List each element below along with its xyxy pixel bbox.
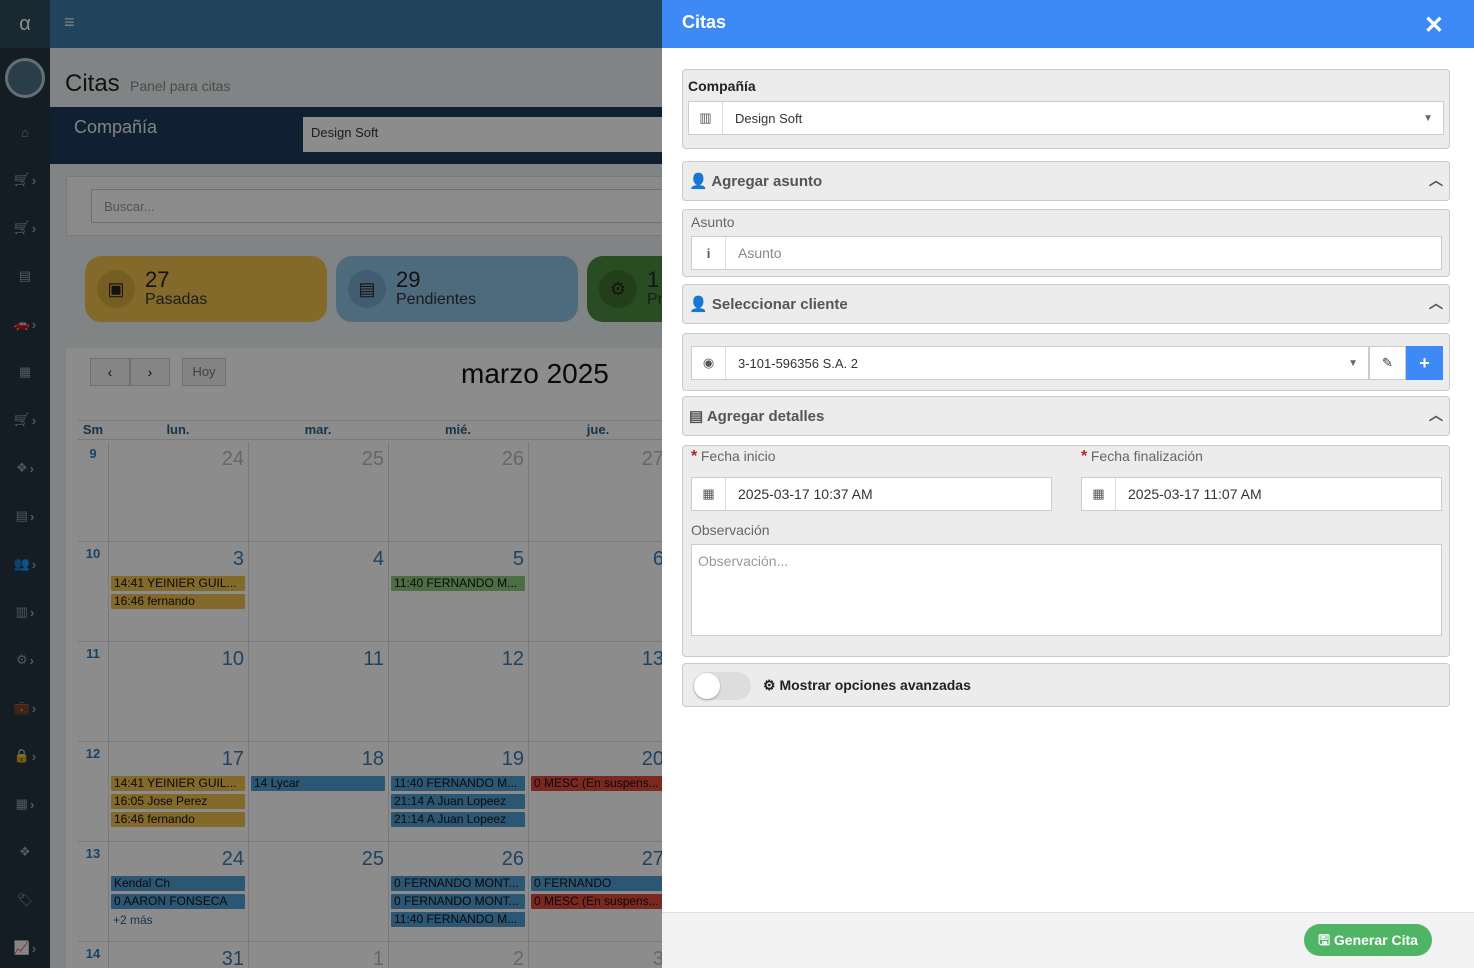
user-circle-icon: ◉	[692, 347, 726, 379]
file-icon: ▤	[689, 408, 704, 425]
advanced-options-box: ⚙ Mostrar opciones avanzadas	[682, 663, 1450, 707]
save-icon: 🖫	[1318, 932, 1330, 948]
advanced-label-row: ⚙ Mostrar opciones avanzadas	[763, 677, 971, 694]
info-icon: i	[692, 237, 726, 269]
subject-label: Asunto	[691, 214, 735, 230]
observation-textarea[interactable]: Observación...	[691, 544, 1442, 636]
modal-backdrop[interactable]	[0, 0, 662, 968]
toggle-knob	[694, 673, 720, 699]
generate-appointment-button[interactable]: 🖫 Generar Cita	[1304, 924, 1432, 956]
start-date-value: 2025-03-17 10:37 AM	[738, 486, 873, 502]
company-box: Compañía ▥ Design Soft ▼	[682, 69, 1450, 149]
client-section-header[interactable]: 👤 Seleccionar cliente ︿	[682, 284, 1450, 324]
user-icon: 👤	[689, 296, 708, 313]
chevron-up-icon: ︿	[1429, 407, 1443, 423]
subject-input[interactable]: i Asunto	[691, 236, 1442, 270]
app-root: α ⌂ 🛒 › 🛒 › ▤ 🚗 › ▦ 🛒 › ❖ › ▤ › 👥 › ▥ › ⚙ › 💼 › 🔒 ›…	[0, 0, 1474, 968]
pencil-icon: ✎	[1382, 355, 1393, 370]
advanced-label: Mostrar opciones avanzadas	[779, 677, 971, 693]
required-marker: *	[1081, 448, 1088, 465]
calendar-icon: ▦	[692, 478, 726, 510]
building-icon: ▥	[689, 102, 723, 134]
client-value: 3-101-596356 S.A. 2	[738, 355, 858, 371]
panel-footer: 🖫 Generar Cita	[662, 912, 1474, 968]
add-client-button[interactable]: +	[1406, 346, 1443, 380]
generate-label: Generar Cita	[1333, 932, 1418, 948]
appointment-panel: Citas ✕ Compañía ▥ Design Soft ▼ 👤 Agreg…	[662, 0, 1474, 968]
client-box: ◉ 3-101-596356 S.A. 2 ▼ ✎ +	[682, 333, 1450, 391]
company-field-label: Compañía	[688, 78, 756, 94]
plus-icon: +	[1419, 352, 1430, 373]
start-date-input[interactable]: ▦ 2025-03-17 10:37 AM	[691, 477, 1052, 511]
details-box: * Fecha inicio ▦ 2025-03-17 10:37 AM * F…	[682, 445, 1450, 657]
end-date-label-row: * Fecha finalización	[1081, 448, 1203, 466]
panel-header: Citas ✕	[662, 0, 1474, 48]
user-icon: 👤	[689, 173, 708, 190]
subject-section-header[interactable]: 👤 Agregar asunto ︿	[682, 161, 1450, 201]
client-select[interactable]: ◉ 3-101-596356 S.A. 2 ▼	[691, 346, 1369, 380]
subject-box: Asunto i Asunto	[682, 209, 1450, 277]
client-section-title: Seleccionar cliente	[711, 296, 848, 313]
start-date-label: Fecha inicio	[700, 448, 776, 464]
end-date-value: 2025-03-17 11:07 AM	[1128, 486, 1262, 502]
details-section-header[interactable]: ▤ Agregar detalles ︿	[682, 396, 1450, 436]
required-marker: *	[691, 448, 698, 465]
observation-label: Observación	[691, 522, 770, 538]
chevron-down-icon: ▼	[1348, 357, 1358, 369]
chevron-up-icon: ︿	[1429, 295, 1443, 311]
close-icon[interactable]: ✕	[1424, 11, 1444, 40]
chevron-down-icon: ▼	[1423, 112, 1433, 124]
end-date-input[interactable]: ▦ 2025-03-17 11:07 AM	[1081, 477, 1442, 511]
gears-icon: ⚙	[763, 677, 776, 693]
edit-client-button[interactable]: ✎	[1369, 346, 1406, 380]
chevron-up-icon: ︿	[1429, 172, 1443, 188]
start-date-label-row: * Fecha inicio	[691, 448, 776, 466]
advanced-toggle[interactable]	[693, 672, 751, 700]
end-date-label: Fecha finalización	[1090, 448, 1203, 464]
details-section-title: Agregar detalles	[706, 408, 825, 425]
calendar-icon: ▦	[1082, 478, 1116, 510]
subject-placeholder: Asunto	[738, 245, 782, 261]
subject-section-title: Agregar asunto	[711, 173, 823, 190]
company-select[interactable]: ▥ Design Soft ▼	[688, 101, 1444, 135]
panel-title: Citas	[682, 12, 727, 32]
company-value: Design Soft	[735, 110, 803, 126]
